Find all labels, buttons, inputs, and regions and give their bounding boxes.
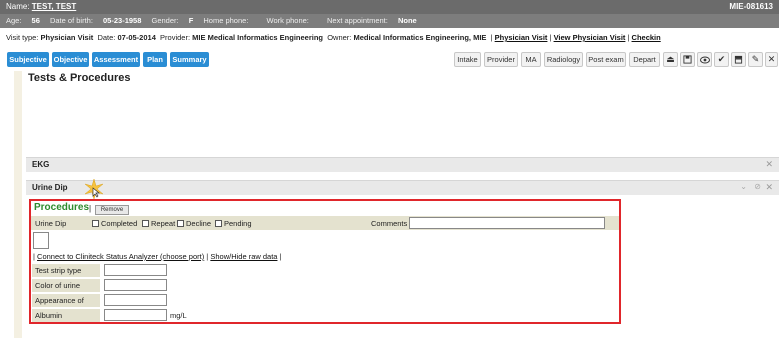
age-label: Age:: [6, 16, 22, 25]
info-gender: Gender: F: [151, 16, 193, 25]
dob-label: Date of birth:: [49, 16, 93, 25]
gender-value: F: [188, 16, 194, 25]
visit-date: 07-05-2014: [117, 33, 156, 42]
ekg-section-header[interactable]: EKG ✕: [26, 157, 779, 172]
remove-button[interactable]: Remove: [95, 205, 129, 215]
close-icon[interactable]: ✕: [765, 52, 778, 67]
result-box[interactable]: [33, 232, 49, 249]
work-phone-label: Work phone:: [266, 16, 309, 25]
pending-checkbox[interactable]: [215, 220, 222, 227]
albumin-unit: mg/L: [170, 311, 187, 320]
intake-button[interactable]: Intake: [454, 52, 481, 67]
gender-label: Gender:: [151, 16, 179, 25]
visit-bar: Visit type: Physician Visit Date: 07-05-…: [6, 33, 661, 42]
decline-label: Decline: [186, 219, 212, 228]
owner-name: Medical Informatics Engineering, MIE: [353, 33, 487, 42]
patient-info-bar: Age: 56 Date of birth: 05-23-1958 Gender…: [0, 14, 779, 28]
color-of-urine-input[interactable]: [104, 279, 167, 291]
test-strip-type-label: Test strip type: [32, 264, 100, 277]
completed-label: Completed: [101, 219, 138, 228]
ma-button[interactable]: MA: [521, 52, 541, 67]
page-title: Tests & Procedures: [28, 72, 131, 84]
left-gutter-bar: [14, 71, 22, 338]
checkmark-icon[interactable]: ✔: [714, 52, 729, 67]
test-strip-type-input[interactable]: [104, 264, 167, 276]
view-physician-visit-link[interactable]: View Physician Visit: [554, 33, 626, 42]
tab-subjective[interactable]: Subjective: [7, 52, 49, 67]
owner-label: Owner:: [327, 33, 352, 42]
pending-label: Pending: [224, 219, 252, 228]
archive-icon[interactable]: [731, 52, 746, 67]
analyzer-links: | Connect to Cliniteck Status Analyzer (…: [33, 252, 282, 261]
record-id: MIE-081613: [729, 2, 773, 11]
separator: |: [89, 204, 92, 213]
connect-analyzer-link[interactable]: Connect to Cliniteck Status Analyzer (ch…: [37, 252, 204, 261]
urine-dip-row-label: Urine Dip: [35, 219, 67, 228]
albumin-label: Albumin: [32, 309, 100, 322]
info-dob: Date of birth: 05-23-1958: [50, 16, 141, 25]
provider-label: Provider:: [160, 33, 191, 42]
ekg-label: EKG: [32, 160, 50, 169]
decline-checkbox[interactable]: [177, 220, 184, 227]
urine-dip-section-header[interactable]: Urine Dip ⌄ ⊘ ✕: [26, 180, 779, 195]
depart-button[interactable]: Depart: [629, 52, 660, 67]
age-value: 56: [31, 16, 40, 25]
tab-assessment[interactable]: Assessment: [92, 52, 140, 67]
patient-name-link[interactable]: TEST, TEST: [32, 2, 76, 11]
eject-icon[interactable]: ⏏: [663, 52, 678, 67]
appearance-of-urine-label: Appearance of urine: [32, 294, 100, 318]
info-age: Age: 56: [6, 16, 40, 25]
info-home-phone: Home phone:: [203, 16, 256, 25]
next-appt-value: None: [397, 16, 417, 25]
color-of-urine-label: Color of urine: [32, 279, 100, 292]
click-highlight-icon: [84, 179, 104, 199]
repeat-checkbox[interactable]: [142, 220, 149, 227]
post-exam-button[interactable]: Post exam: [586, 52, 626, 67]
visit-type: Physician Visit: [40, 33, 94, 42]
eye-icon[interactable]: [697, 52, 712, 67]
dob-value: 05-23-1958: [103, 16, 142, 25]
tab-summary[interactable]: Summary: [170, 52, 209, 67]
procedures-panel: Procedures | Remove Urine Dip Completed …: [29, 199, 621, 324]
next-appt-label: Next appointment:: [326, 16, 388, 25]
close-icon[interactable]: ✕: [765, 182, 773, 193]
comments-input[interactable]: [409, 217, 605, 229]
disable-icon[interactable]: ⊘: [754, 182, 761, 191]
close-icon[interactable]: ✕: [765, 159, 773, 170]
repeat-label: Repeat: [151, 219, 176, 228]
info-work-phone: Work phone:: [267, 16, 317, 25]
albumin-input[interactable]: [104, 309, 167, 321]
name-label: Name:: [6, 2, 30, 11]
tab-objective[interactable]: Objective: [52, 52, 89, 67]
provider-button[interactable]: Provider: [484, 52, 518, 67]
chevron-down-icon[interactable]: ⌄: [740, 182, 747, 191]
procedures-title: Procedures: [34, 202, 90, 213]
comments-label: Comments: [371, 219, 408, 228]
patient-header: Name: TEST, TEST MIE-081613: [0, 0, 779, 14]
visit-date-label: Date:: [97, 33, 116, 42]
completed-checkbox[interactable]: [92, 220, 99, 227]
radiology-button[interactable]: Radiology: [544, 52, 583, 67]
physician-visit-link[interactable]: Physician Visit: [495, 33, 548, 42]
info-next-appt: Next appointment: None: [327, 16, 417, 25]
show-hide-raw-data-link[interactable]: Show/Hide raw data: [210, 252, 277, 261]
provider-name: MIE Medical Informatics Engineering: [192, 33, 324, 42]
appearance-of-urine-input[interactable]: [104, 294, 167, 306]
edit-icon[interactable]: ✎: [748, 52, 763, 67]
checkin-link[interactable]: Checkin: [632, 33, 661, 42]
visit-type-label: Visit type:: [6, 33, 39, 42]
home-phone-label: Home phone:: [203, 16, 249, 25]
save-icon[interactable]: [680, 52, 695, 67]
urine-dip-status-row: Urine Dip Completed Repeat Decline Pendi…: [31, 216, 619, 230]
toolbar: Subjective Objective Assessment Plan Sum…: [0, 50, 779, 69]
urine-dip-label: Urine Dip: [32, 183, 68, 192]
tab-plan[interactable]: Plan: [143, 52, 167, 67]
